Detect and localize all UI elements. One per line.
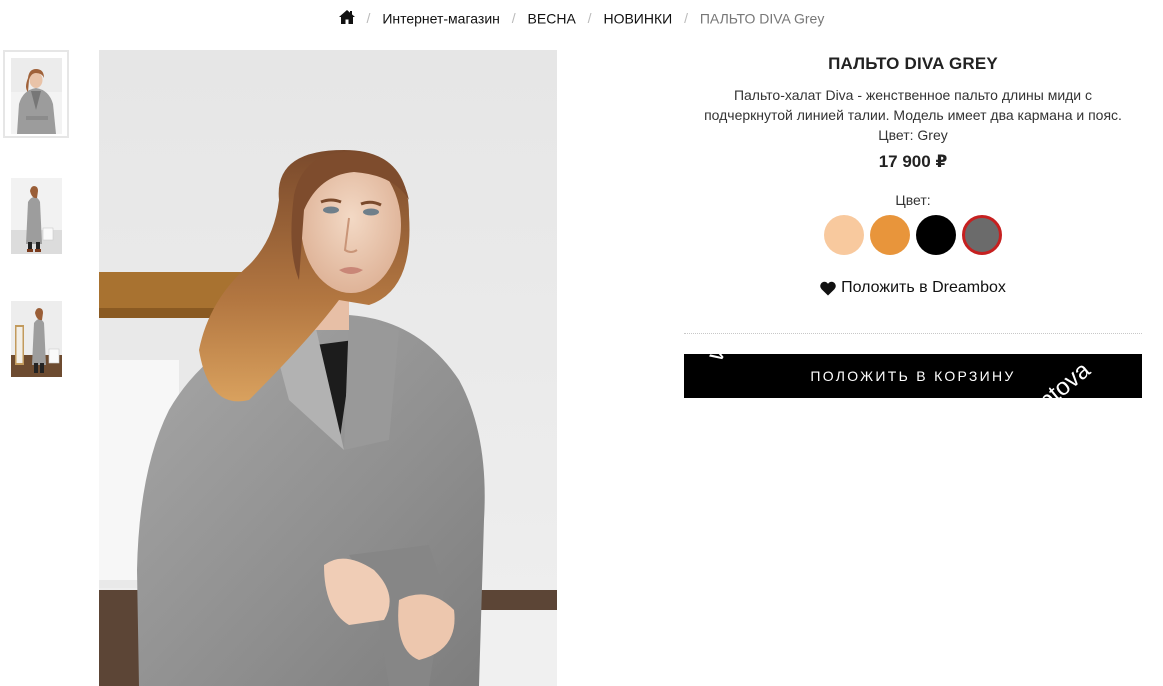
- main-product-image[interactable]: [99, 50, 557, 686]
- breadcrumb-item-shop[interactable]: Интернет-магазин: [382, 10, 500, 26]
- product-title: ПАЛЬТО DIVA GREY: [828, 54, 998, 73]
- color-label: Цвет:: [895, 192, 931, 208]
- color-swatch-orange[interactable]: [870, 215, 910, 255]
- breadcrumb-separator: /: [511, 10, 516, 27]
- add-to-cart-button[interactable]: varov.ru ПОЛОЖИТЬ В КОРЗИНУ sptova: [684, 353, 1142, 398]
- watermark-text: varov.ru: [702, 354, 771, 367]
- breadcrumb-item-new[interactable]: НОВИНКИ: [603, 10, 672, 26]
- product-info: ПАЛЬТО DIVA GREY Пальто-халат Diva - жен…: [684, 50, 1142, 398]
- product-photo-thumbnail: [11, 178, 62, 254]
- heart-icon: [820, 281, 836, 295]
- breadcrumb-separator: /: [366, 10, 371, 27]
- breadcrumb-separator: /: [684, 10, 688, 27]
- color-swatch-grey[interactable]: [962, 215, 1002, 255]
- breadcrumb-home[interactable]: [338, 10, 359, 26]
- thumbnail-2[interactable]: [3, 170, 69, 258]
- product-description: Пальто-халат Diva - женственное пальто д…: [684, 85, 1142, 145]
- description-color-line: Цвет: Grey: [878, 127, 948, 143]
- description-line: Пальто-халат Diva - женственное пальто д…: [733, 87, 1093, 103]
- product-photo: [99, 50, 557, 686]
- product-photo-thumbnail: [11, 58, 62, 134]
- breadcrumb: / Интернет-магазин / ВЕСНА / НОВИНКИ / П…: [0, 8, 1163, 27]
- home-icon: [338, 10, 355, 25]
- dreambox-label: Положить в Dreambox: [841, 279, 1006, 296]
- breadcrumb-current: ПАЛЬТО DIVA Grey: [699, 10, 825, 27]
- product-price: 17 900 ₽: [878, 152, 948, 171]
- breadcrumb-item-spring[interactable]: ВЕСНА: [528, 10, 576, 26]
- color-swatch-peach[interactable]: [824, 215, 864, 255]
- thumbnail-list: [3, 50, 69, 416]
- product-photo-thumbnail: [11, 301, 62, 377]
- add-to-dreambox-button[interactable]: Положить в Dreambox: [820, 279, 1006, 297]
- divider: [684, 332, 1142, 334]
- color-swatches: [684, 215, 1142, 257]
- description-line: подчеркнутой линией талии. Модель имеет …: [704, 107, 1122, 123]
- breadcrumb-separator: /: [587, 10, 592, 27]
- add-to-cart-label: ПОЛОЖИТЬ В КОРЗИНУ: [810, 367, 1016, 384]
- watermark-text: sptova: [1024, 356, 1096, 398]
- thumbnail-1[interactable]: [3, 50, 69, 138]
- color-swatch-black[interactable]: [916, 215, 956, 255]
- thumbnail-3[interactable]: [3, 293, 69, 381]
